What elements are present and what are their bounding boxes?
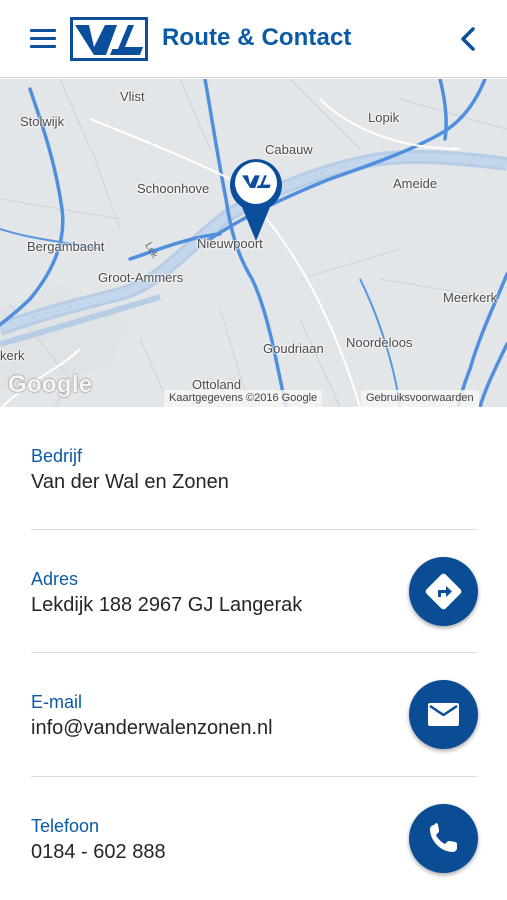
app-header: Route & Contact [0, 0, 507, 78]
divider [31, 529, 477, 530]
directions-button[interactable] [409, 557, 478, 626]
email-button[interactable] [409, 680, 478, 749]
map-label: Schoonhove [137, 181, 210, 196]
map-label: Ameide [393, 176, 438, 191]
company-label: Bedrijf [31, 446, 83, 466]
map-label: Lopik [368, 110, 400, 125]
map-label: Goudriaan [263, 341, 324, 356]
company-logo [70, 17, 148, 61]
map-label: Vlist [120, 89, 145, 104]
directions-icon [425, 573, 462, 610]
menu-icon [30, 29, 56, 32]
page-title: Route & Contact [162, 24, 352, 51]
location-pin-icon[interactable] [226, 157, 286, 243]
divider [31, 776, 477, 777]
map-data-attribution[interactable]: Kaartgegevens ©2016 Google [164, 390, 323, 407]
call-button[interactable] [409, 804, 478, 873]
terms-link[interactable]: Gebruiksvoorwaarden [361, 390, 479, 407]
company-value: Van der Wal en Zonen [31, 471, 229, 493]
map-view[interactable]: Vlist Stolwijk Lopik Cabauw Schoonhove A… [0, 79, 507, 407]
map-label: Bergambacht [27, 239, 105, 254]
divider [31, 652, 477, 653]
chevron-left-icon [461, 27, 475, 51]
map-label: Meerkerk [443, 290, 498, 305]
map-label: kerk [0, 348, 25, 363]
back-button[interactable] [452, 22, 486, 56]
map-label: Groot-Ammers [98, 270, 184, 285]
map-label: Cabauw [265, 142, 313, 157]
phone-icon [430, 823, 457, 852]
company-section: Bedrijf Van der Wal en Zonen [31, 445, 477, 494]
map-label: Noordeloos [346, 335, 413, 350]
mail-icon [428, 703, 459, 726]
map-label: Stolwijk [20, 114, 65, 129]
google-logo: Google [8, 371, 93, 398]
menu-button[interactable] [26, 26, 62, 54]
